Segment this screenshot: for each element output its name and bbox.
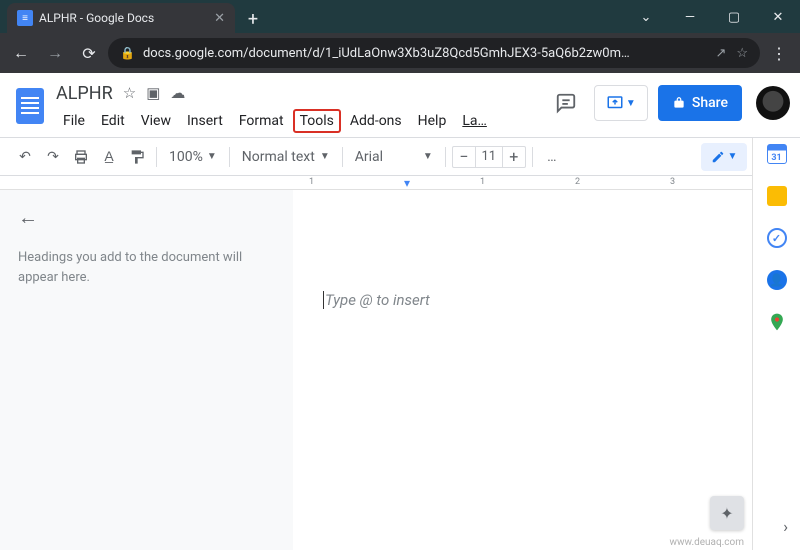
document-body: ← Headings you add to the document will … — [0, 190, 800, 550]
menu-addons[interactable]: Add-ons — [343, 109, 409, 133]
docs-header: ALPHR ☆ ▣ ☁ File Edit View Insert Format… — [0, 73, 800, 138]
reload-button[interactable]: ⟳ — [74, 38, 104, 68]
browser-toolbar: ← → ⟳ 🔒 docs.google.com/document/d/1_iUd… — [0, 33, 800, 73]
move-icon[interactable]: ▣ — [146, 84, 160, 102]
menu-file[interactable]: File — [56, 109, 92, 133]
browser-titlebar: ≡ ALPHR - Google Docs ✕ + ⌄ — ▢ ✕ — [0, 0, 800, 33]
zoom-select[interactable]: 100%▼ — [163, 149, 223, 165]
browser-menu-icon[interactable]: ⋮ — [764, 38, 794, 68]
share-url-icon[interactable]: ↗ — [715, 46, 726, 61]
present-button[interactable]: ▼ — [594, 85, 648, 121]
close-window-icon[interactable]: ✕ — [756, 1, 800, 33]
contacts-icon[interactable]: 👤 — [767, 270, 787, 290]
docs-toolbar: ↶ ↷ A̲ 100%▼ Normal text▼ Arial▼ − 11 + … — [0, 138, 800, 176]
outline-back-icon[interactable]: ← — [18, 205, 275, 230]
calendar-icon[interactable]: 31 — [767, 144, 787, 164]
indent-marker-icon[interactable]: ▾ — [404, 176, 410, 190]
menu-help[interactable]: Help — [411, 109, 454, 133]
new-tab-button[interactable]: + — [239, 5, 267, 33]
ruler[interactable]: 1 ▾ 1 2 3 — [0, 176, 800, 190]
minimize-icon[interactable]: — — [668, 1, 712, 33]
address-bar[interactable]: 🔒 docs.google.com/document/d/1_iUdLaOnw3… — [108, 38, 760, 68]
menu-format[interactable]: Format — [232, 109, 291, 133]
style-select[interactable]: Normal text▼ — [236, 149, 336, 165]
forward-button[interactable]: → — [40, 38, 70, 68]
outline-empty-message: Headings you add to the document will ap… — [18, 248, 275, 287]
docs-favicon: ≡ — [17, 10, 33, 26]
window-controls: ⌄ — ▢ ✕ — [624, 1, 800, 33]
ruler-tick: 1 — [309, 177, 314, 187]
tab-title: ALPHR - Google Docs — [39, 11, 208, 25]
star-doc-icon[interactable]: ☆ — [123, 84, 136, 102]
document-title[interactable]: ALPHR — [56, 83, 113, 104]
tasks-icon[interactable]: ✓ — [767, 228, 787, 248]
redo-icon[interactable]: ↷ — [40, 144, 66, 170]
url-text: docs.google.com/document/d/1_iUdLaOnw3Xb… — [143, 46, 707, 61]
expand-sidepanel-icon[interactable]: › — [783, 517, 788, 536]
menu-bar: File Edit View Insert Format Tools Add-o… — [56, 109, 494, 133]
menu-tools[interactable]: Tools — [293, 109, 341, 133]
back-button[interactable]: ← — [6, 38, 36, 68]
menu-overflow[interactable]: La… — [455, 109, 494, 133]
comments-icon[interactable] — [548, 85, 584, 121]
star-icon[interactable]: ☆ — [736, 46, 748, 61]
explore-button[interactable]: ✦ — [710, 496, 744, 530]
close-tab-icon[interactable]: ✕ — [214, 11, 225, 26]
editing-mode-button[interactable]: ▼ — [701, 143, 747, 171]
maximize-icon[interactable]: ▢ — [712, 1, 756, 33]
menu-insert[interactable]: Insert — [180, 109, 230, 133]
document-placeholder: Type @ to insert — [323, 291, 430, 309]
share-button[interactable]: Share — [658, 85, 742, 121]
menu-view[interactable]: View — [134, 109, 178, 133]
watermark: www.deuaq.com — [670, 537, 745, 548]
side-panel: 31 ✓ 👤 — [752, 138, 800, 550]
caret-icon[interactable]: ⌄ — [624, 1, 668, 33]
browser-tab[interactable]: ≡ ALPHR - Google Docs ✕ — [7, 3, 235, 33]
undo-icon[interactable]: ↶ — [12, 144, 38, 170]
spellcheck-icon[interactable]: A̲ — [96, 144, 122, 170]
keep-icon[interactable] — [767, 186, 787, 206]
more-tools-icon[interactable]: … — [539, 144, 565, 170]
outline-panel: ← Headings you add to the document will … — [0, 190, 293, 550]
paint-format-icon[interactable] — [124, 144, 150, 170]
font-size-plus[interactable]: + — [503, 147, 525, 166]
print-icon[interactable] — [68, 144, 94, 170]
menu-edit[interactable]: Edit — [94, 109, 132, 133]
cloud-status-icon[interactable]: ☁ — [170, 84, 185, 102]
font-size-minus[interactable]: − — [453, 147, 475, 166]
ruler-tick: 2 — [575, 177, 580, 187]
ruler-tick: 1 — [480, 177, 485, 187]
font-select[interactable]: Arial▼ — [349, 149, 439, 165]
docs-home-icon[interactable] — [10, 79, 50, 129]
share-label: Share — [692, 95, 728, 111]
font-size-stepper[interactable]: − 11 + — [452, 146, 526, 168]
ruler-tick: 3 — [670, 177, 675, 187]
avatar[interactable] — [756, 86, 790, 120]
maps-icon[interactable] — [767, 312, 787, 332]
lock-icon: 🔒 — [120, 46, 135, 60]
font-size-value[interactable]: 11 — [475, 147, 503, 167]
